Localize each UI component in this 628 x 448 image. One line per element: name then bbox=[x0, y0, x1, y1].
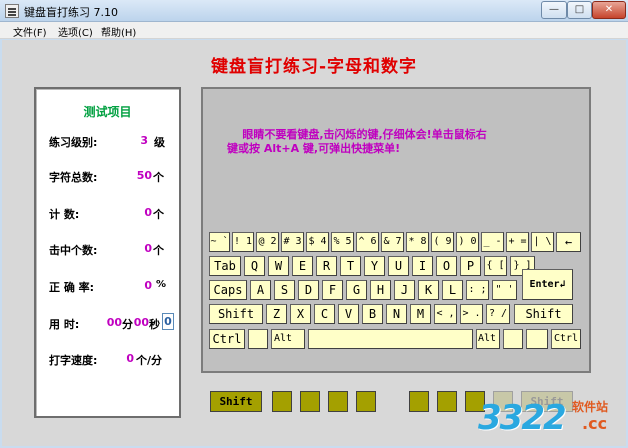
key-m[interactable]: M bbox=[410, 304, 431, 324]
key-c[interactable]: C bbox=[314, 304, 335, 324]
window-title: 键盘盲打练习 7.10 bbox=[24, 6, 118, 19]
watermark-number: 3322 bbox=[478, 398, 567, 438]
key-n[interactable]: N bbox=[386, 304, 407, 324]
key-7[interactable]: & 7 bbox=[381, 232, 404, 252]
key-right-win[interactable] bbox=[503, 329, 523, 349]
indicator-left-ring bbox=[300, 391, 320, 412]
key-q[interactable]: Q bbox=[244, 256, 265, 276]
stat-total: 字符总数: 50 个 bbox=[49, 169, 164, 184]
site-watermark-logo: 3322 软件站 .cc bbox=[478, 392, 626, 446]
key-left-bracket[interactable]: { [ bbox=[484, 256, 507, 276]
key-backspace[interactable]: ← bbox=[556, 232, 581, 252]
key-left-shift[interactable]: Shift bbox=[209, 304, 263, 324]
key-h[interactable]: H bbox=[370, 280, 391, 300]
key-equals[interactable]: + = bbox=[506, 232, 529, 252]
indicator-left-shift: Shift bbox=[210, 391, 262, 412]
indicator-left-pinky bbox=[272, 391, 292, 412]
key-i[interactable]: I bbox=[412, 256, 433, 276]
key-enter[interactable]: Enter↲ bbox=[522, 269, 573, 300]
key-a[interactable]: A bbox=[250, 280, 271, 300]
key-s[interactable]: S bbox=[274, 280, 295, 300]
key-f[interactable]: F bbox=[322, 280, 343, 300]
key-t[interactable]: T bbox=[340, 256, 361, 276]
close-button[interactable]: ✕ bbox=[592, 1, 626, 19]
key-o[interactable]: O bbox=[436, 256, 457, 276]
key-minus[interactable]: _ - bbox=[481, 232, 504, 252]
key-8[interactable]: * 8 bbox=[406, 232, 429, 252]
key-9[interactable]: ( 9 bbox=[431, 232, 454, 252]
key-k[interactable]: K bbox=[418, 280, 439, 300]
key-slash[interactable]: ? / bbox=[486, 304, 510, 324]
title-bar: 键盘盲打练习 7.10 — □ ✕ bbox=[0, 0, 628, 22]
stats-title: 测试项目 bbox=[83, 105, 132, 119]
watermark-cn: 软件站 bbox=[572, 400, 609, 414]
key-left-alt[interactable]: Alt bbox=[271, 329, 305, 349]
key-6[interactable]: ^ 6 bbox=[356, 232, 379, 252]
minimize-button[interactable]: — bbox=[541, 1, 567, 19]
keyboard-panel: 眼睛不要看键盘,击闪烁的键,仔细体会!单击鼠标右 键或按 Alt+A 键,可弹出… bbox=[201, 87, 591, 373]
key-d[interactable]: D bbox=[298, 280, 319, 300]
stat-hits: 击中个数: 0 个 bbox=[49, 242, 164, 257]
stat-speed: 打字速度: 0 个/分 bbox=[49, 352, 163, 367]
maximize-button[interactable]: □ bbox=[567, 1, 592, 19]
key-backtick[interactable]: ~ ` bbox=[209, 232, 230, 252]
indicator-left-middle bbox=[328, 391, 348, 412]
key-caps[interactable]: Caps bbox=[209, 280, 247, 300]
key-r[interactable]: R bbox=[316, 256, 337, 276]
key-x[interactable]: X bbox=[290, 304, 311, 324]
menu-file[interactable]: 文件(F) bbox=[13, 24, 47, 39]
key-comma[interactable]: < , bbox=[434, 304, 457, 324]
key-v[interactable]: V bbox=[338, 304, 359, 324]
page-title: 键盘盲打练习-字母和数字 bbox=[210, 57, 418, 77]
key-right-shift[interactable]: Shift bbox=[514, 304, 573, 324]
key-3[interactable]: # 3 bbox=[281, 232, 304, 252]
key-y[interactable]: Y bbox=[364, 256, 385, 276]
key-2[interactable]: @ 2 bbox=[256, 232, 279, 252]
key-1[interactable]: ! 1 bbox=[232, 232, 254, 252]
key-l[interactable]: L bbox=[442, 280, 463, 300]
indicator-left-index bbox=[356, 391, 376, 412]
menu-options[interactable]: 选项(C) bbox=[58, 24, 93, 39]
key-j[interactable]: J bbox=[394, 280, 415, 300]
key-period[interactable]: > . bbox=[460, 304, 483, 324]
stat-level: 练习级别: 3 级 bbox=[49, 134, 165, 149]
indicator-right-middle bbox=[437, 391, 457, 412]
key-backslash[interactable]: | \ bbox=[531, 232, 554, 252]
key-g[interactable]: G bbox=[346, 280, 367, 300]
key-b[interactable]: B bbox=[362, 304, 383, 324]
hint-text: 眼睛不要看键盘,击闪烁的键,仔细体会!单击鼠标右 键或按 Alt+A 键,可弹出… bbox=[227, 128, 487, 155]
key-quote[interactable]: " ' bbox=[492, 280, 517, 300]
stat-time: 用 时: 00 分 00 秒 0 bbox=[36, 313, 179, 332]
key-z[interactable]: Z bbox=[266, 304, 287, 324]
stats-panel: 测试项目 练习级别: 3 级 字符总数: 50 个 计 数: 0 个 击中个数:… bbox=[34, 87, 181, 418]
stat-accuracy: 正 确 率: 0 % bbox=[49, 279, 167, 294]
key-menu[interactable] bbox=[526, 329, 548, 349]
key-semicolon[interactable]: : ; bbox=[466, 280, 489, 300]
stat-count: 计 数: 0 个 bbox=[49, 206, 164, 221]
key-right-ctrl[interactable]: Ctrl bbox=[551, 329, 581, 349]
key-p[interactable]: P bbox=[460, 256, 481, 276]
key-u[interactable]: U bbox=[388, 256, 409, 276]
key-right-alt[interactable]: Alt bbox=[476, 329, 500, 349]
time-box: 0 bbox=[162, 313, 174, 330]
menu-help[interactable]: 帮助(H) bbox=[101, 24, 136, 39]
key-4[interactable]: $ 4 bbox=[306, 232, 329, 252]
key-tab[interactable]: Tab bbox=[209, 256, 241, 276]
key-w[interactable]: W bbox=[268, 256, 289, 276]
app-keyboard-icon bbox=[5, 4, 19, 18]
watermark-domain: .cc bbox=[582, 414, 608, 433]
key-5[interactable]: % 5 bbox=[331, 232, 354, 252]
key-0[interactable]: ) 0 bbox=[456, 232, 479, 252]
key-left-ctrl[interactable]: Ctrl bbox=[209, 329, 245, 349]
indicator-right-index bbox=[409, 391, 429, 412]
key-left-win[interactable] bbox=[248, 329, 268, 349]
client-area: 键盘盲打练习-字母和数字 测试项目 练习级别: 3 级 字符总数: 50 个 计… bbox=[2, 40, 626, 446]
key-space[interactable] bbox=[308, 329, 473, 349]
key-e[interactable]: E bbox=[292, 256, 313, 276]
menu-bar: 文件(F) 选项(C) 帮助(H) bbox=[0, 22, 628, 39]
